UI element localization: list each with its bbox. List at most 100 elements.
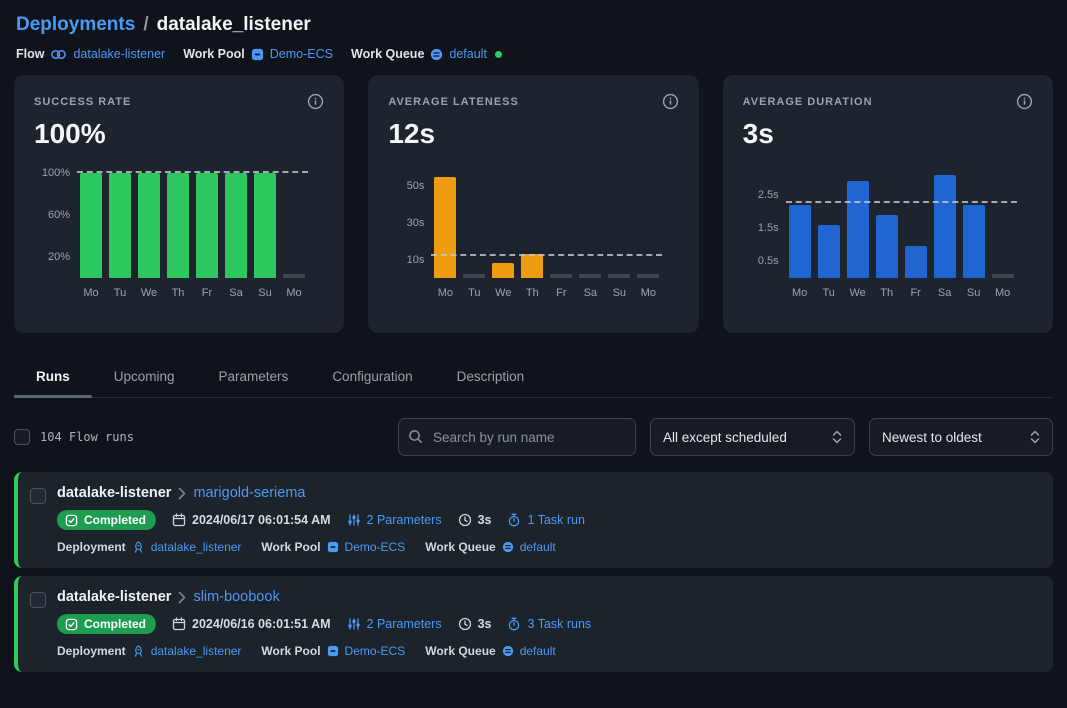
y-tick-label: 1.5s (758, 222, 779, 234)
work-pool-link[interactable]: Demo-ECS (270, 47, 333, 61)
run-flow-name[interactable]: datalake-listener (57, 589, 171, 605)
work-pool-meta-group: Work Pool Demo-ECS (183, 47, 333, 61)
breadcrumb: Deployments / datalake_listener (16, 14, 1051, 36)
work-queue-group: Work Queue default (425, 540, 556, 554)
flow-meta-group: Flow datalake-listener (16, 47, 165, 61)
deployment-link[interactable]: datalake_listener (151, 644, 242, 658)
average-duration-card: AVERAGE DURATION 3s 2.5s1.5s0.5s MoTuWeT… (723, 75, 1053, 333)
tab-parameters[interactable]: Parameters (197, 359, 311, 397)
work-pool-label: Work Pool (183, 47, 245, 61)
run-flow-name[interactable]: datalake-listener (57, 485, 171, 501)
check-square-icon (65, 618, 78, 631)
deployment-group: Deployment datalake_listener (57, 644, 241, 658)
x-tick-label: We (847, 287, 869, 299)
updown-chevron-icon (1030, 429, 1040, 445)
calendar-icon (172, 617, 186, 631)
duration-text: 3s (478, 617, 492, 631)
x-tick-label: Tu (818, 287, 840, 299)
chart-bar (492, 263, 514, 278)
reference-line (431, 254, 662, 256)
work-queue-meta-group: Work Queue default (351, 47, 502, 61)
search-input[interactable] (398, 418, 636, 456)
task-runs-link[interactable]: 3 Task runs (527, 617, 591, 631)
tab-runs[interactable]: Runs (14, 359, 92, 397)
run-checkbox[interactable] (30, 488, 46, 504)
search-icon (408, 429, 423, 444)
reference-line (77, 171, 308, 173)
task-runs-link[interactable]: 1 Task run (527, 513, 584, 527)
state-filter-value: All except scheduled (663, 430, 787, 445)
info-icon[interactable] (1016, 93, 1033, 110)
run-links-row: Deployment datalake_listener Work Pool D… (57, 644, 591, 658)
chart-bar (463, 274, 485, 278)
work-queue-group: Work Queue default (425, 644, 556, 658)
chart-bar (963, 205, 985, 278)
breadcrumb-deployments-link[interactable]: Deployments (16, 14, 135, 36)
work-pool-link[interactable]: Demo-ECS (345, 540, 406, 554)
work-queue-icon (502, 541, 514, 553)
chart-bar (550, 274, 572, 278)
calendar-icon (172, 513, 186, 527)
deployment-label: Deployment (57, 644, 126, 658)
work-queue-link[interactable]: default (520, 540, 556, 554)
chart-bars (434, 168, 659, 278)
tab-description[interactable]: Description (435, 359, 547, 397)
select-all-checkbox[interactable] (14, 429, 30, 445)
work-queue-label: Work Queue (425, 644, 495, 658)
chart-x-axis: MoTuWeThFrSaSuMo (80, 287, 305, 299)
chart-bar (521, 254, 543, 278)
info-icon[interactable] (307, 93, 324, 110)
state-badge-label: Completed (84, 617, 146, 631)
run-task-runs: 3 Task runs (507, 617, 591, 631)
y-tick-label: 2.5s (758, 189, 779, 201)
work-queue-label: Work Queue (351, 47, 424, 61)
clock-icon (458, 617, 472, 631)
sliders-icon (347, 617, 361, 631)
chart-bar (818, 225, 840, 278)
parameters-link[interactable]: 2 Parameters (367, 513, 442, 527)
tab-upcoming[interactable]: Upcoming (92, 359, 197, 397)
work-queue-link[interactable]: default (520, 644, 556, 658)
run-checkbox[interactable] (30, 592, 46, 608)
chart-bar (254, 173, 276, 278)
deployment-meta-row: Flow datalake-listener Work Pool Demo-EC… (16, 47, 1051, 61)
x-tick-label: We (492, 287, 514, 299)
run-duration: 3s (458, 513, 492, 527)
chart-y-axis: 100%60%20% (34, 168, 80, 278)
work-queue-icon (502, 645, 514, 657)
chevron-right-icon (178, 487, 186, 500)
card-title: AVERAGE DURATION (743, 96, 873, 108)
chart-bar (434, 177, 456, 278)
sliders-icon (347, 513, 361, 527)
x-tick-label: Th (167, 287, 189, 299)
x-tick-label: Mo (434, 287, 456, 299)
x-tick-label: Su (254, 287, 276, 299)
work-pool-icon (327, 541, 339, 553)
x-tick-label: Su (608, 287, 630, 299)
run-start-time: 2024/06/17 06:01:54 AM (172, 513, 331, 527)
flow-link[interactable]: datalake-listener (73, 47, 165, 61)
parameters-link[interactable]: 2 Parameters (367, 617, 442, 631)
run-name-link[interactable]: slim-boobook (193, 589, 279, 605)
work-pool-link[interactable]: Demo-ECS (345, 644, 406, 658)
x-tick-label: Tu (109, 287, 131, 299)
deployment-link[interactable]: datalake_listener (151, 540, 242, 554)
filter-row: 104 Flow runs All except scheduled Newes… (14, 418, 1053, 456)
run-name-link[interactable]: marigold-seriema (193, 485, 305, 501)
sort-order-select[interactable]: Newest to oldest (869, 418, 1053, 456)
work-queue-link[interactable]: default (449, 47, 487, 61)
chart-bar (167, 173, 189, 278)
success-rate-chart: 100%60%20% MoTuWeThFrSaSuMo (34, 168, 324, 299)
run-links-row: Deployment datalake_listener Work Pool D… (57, 540, 585, 554)
state-filter-select[interactable]: All except scheduled (650, 418, 855, 456)
x-tick-label: Th (521, 287, 543, 299)
deployment-label: Deployment (57, 540, 126, 554)
chart-bar (934, 175, 956, 278)
flow-icon (50, 49, 67, 60)
tab-configuration[interactable]: Configuration (310, 359, 434, 397)
chart-bar (138, 173, 160, 278)
info-icon[interactable] (662, 93, 679, 110)
work-queue-label: Work Queue (425, 540, 495, 554)
state-badge: Completed (57, 510, 156, 530)
work-pool-group: Work Pool Demo-ECS (261, 644, 405, 658)
